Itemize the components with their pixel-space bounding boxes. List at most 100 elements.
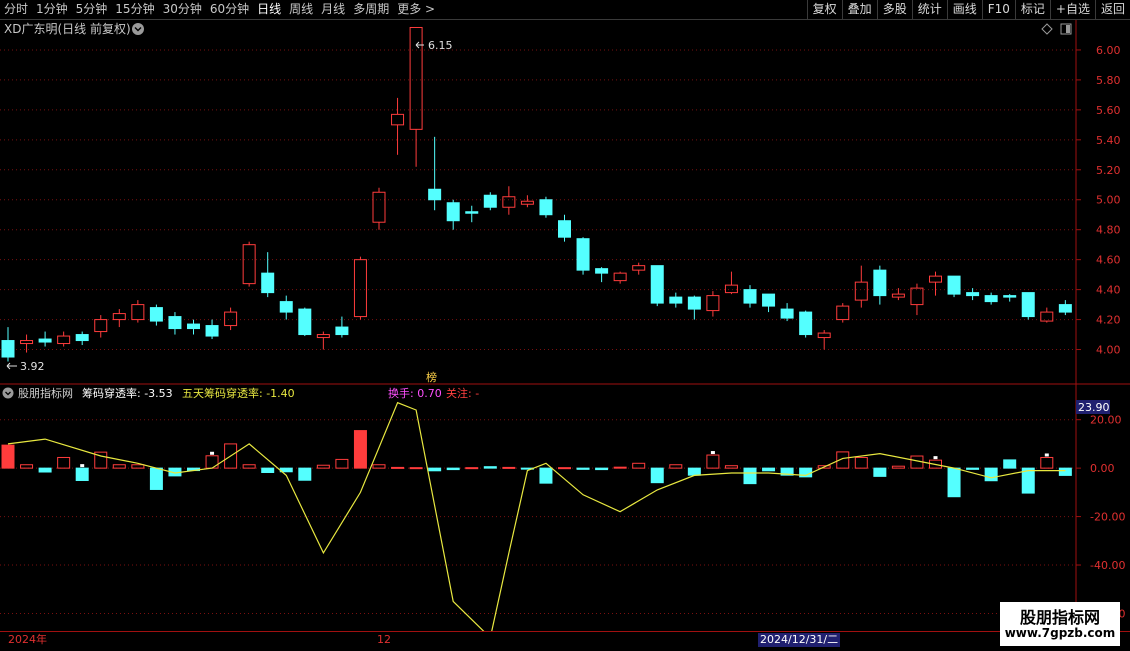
indicator-bar: [38, 467, 52, 473]
diamond-icon[interactable]: [1041, 23, 1053, 35]
tab-8[interactable]: 月线: [317, 0, 349, 19]
tool-button-3[interactable]: 统计: [911, 0, 947, 19]
candle-body: [131, 304, 145, 321]
candle-body: [1058, 304, 1072, 313]
tab-4[interactable]: 30分钟: [159, 0, 206, 19]
candle-body: [187, 323, 200, 330]
candle-body: [149, 307, 163, 322]
tab-3[interactable]: 15分钟: [111, 0, 158, 19]
high-arrow-icon: [415, 41, 424, 49]
price-tick-label: 5.00: [1096, 194, 1121, 207]
indicator-bar: [75, 467, 89, 481]
indicator-bar: [576, 467, 590, 470]
indicator-bar: [57, 456, 71, 469]
tool-button-0[interactable]: 复权: [806, 0, 842, 19]
indicator-bar: [984, 467, 998, 482]
indicator-bar: [632, 462, 646, 469]
indicator-bar: [391, 466, 405, 469]
candlestick-series: [1, 26, 1072, 362]
candle-body: [817, 332, 831, 339]
panel-toggle-icon[interactable]: [1060, 23, 1072, 35]
candle-body: [502, 196, 516, 208]
indicator-bar: [112, 464, 126, 469]
price-tick-label: 4.40: [1096, 284, 1121, 297]
price-axis-labels: 6.00 5.80 5.60 5.40 5.20 5.00 4.80 4.60 4.40 4.20…: [1096, 44, 1121, 357]
indicator-bar: [947, 467, 961, 498]
candle-body: [335, 326, 349, 336]
candle-body: [38, 338, 52, 343]
indicator-bar: [242, 464, 256, 469]
candle-body: [279, 301, 293, 313]
date-cursor: 2024/12/31/二: [758, 633, 841, 647]
tool-button-4[interactable]: 画线: [946, 0, 982, 19]
chevron-down-icon[interactable]: [132, 23, 144, 35]
tool-button-6[interactable]: 标记: [1014, 0, 1050, 19]
candle-body: [316, 334, 330, 339]
candle-body: [1040, 311, 1054, 322]
indicator-bar: [669, 464, 683, 469]
high-price-label: 6.15: [428, 39, 453, 52]
tab-2[interactable]: 5分钟: [72, 0, 112, 19]
indicator-name: 股朋指标网: [18, 386, 73, 400]
candle-body: [966, 292, 980, 297]
indicator-tick-label: -40.00: [1090, 559, 1125, 572]
indicator-bar: [353, 430, 367, 469]
tool-button-7[interactable]: +自选: [1049, 0, 1095, 19]
indicator-chevron-icon[interactable]: [2, 387, 14, 399]
candle-body: [595, 268, 609, 274]
candle-body: [632, 265, 646, 271]
indicator-tick-label: 20.00: [1090, 414, 1122, 427]
price-tick-label: 6.00: [1096, 44, 1121, 57]
tab-5[interactable]: 60分钟: [206, 0, 253, 19]
tab-1[interactable]: 1分钟: [32, 0, 72, 19]
candle-body: [743, 289, 757, 304]
candle-body: [780, 308, 794, 319]
indicator-bar: [558, 467, 571, 470]
watermark-name: 股朋指标网: [1019, 608, 1100, 627]
tab-6[interactable]: 日线: [253, 0, 285, 19]
indicator-bar: [1040, 456, 1054, 469]
indicator-axis-labels: 20.000.00-20.00-40.00-60.00: [1090, 414, 1125, 621]
candle-body: [205, 325, 219, 337]
price-annotations: 6.15 3.92 榜: [6, 39, 453, 384]
period-toolbar: 分时 1分钟 5分钟 15分钟 30分钟 60分钟 日线 周线 月线 多周期 更多 > 复权 叠加 多股…: [0, 0, 1130, 20]
indicator-bar: [502, 466, 516, 469]
candle-body: [261, 272, 275, 294]
tab-0[interactable]: 分时: [0, 0, 32, 19]
candle-body: [1003, 295, 1017, 298]
indicator-bar: [20, 464, 34, 469]
tool-button-1[interactable]: 叠加: [841, 0, 877, 19]
candle-body: [372, 191, 386, 223]
candle-body: [706, 295, 720, 312]
indicator-marker: [710, 451, 715, 455]
tab-9[interactable]: 多周期: [349, 0, 393, 19]
candle-body: [298, 308, 312, 336]
candle-body: [910, 287, 924, 306]
indicator-bar: [131, 464, 145, 469]
indicator-marker: [1044, 453, 1049, 457]
indicator-tick-label: 0.00: [1090, 462, 1115, 475]
indicator-bar: [539, 467, 553, 484]
candle-body: [650, 265, 664, 304]
indicator-bar: [595, 467, 609, 471]
price-tick-label: 5.40: [1096, 134, 1121, 147]
candle-body: [613, 272, 627, 282]
candle-body: [428, 188, 442, 201]
tab-10[interactable]: 更多 >: [393, 0, 439, 19]
candle-body: [168, 316, 182, 330]
stock-title: XD广东明(日线 前复权): [4, 21, 131, 36]
indicator-bar: [428, 467, 442, 472]
watermark-url: www.7gpzb.com: [1004, 626, 1116, 640]
candle-body: [873, 269, 887, 297]
tool-buttons: 复权 叠加 多股 统计 画线 F10 标记 +自选 返回: [806, 0, 1130, 19]
kline-chart[interactable]: XD广东明(日线 前复权) 6.15 3.92 榜 6.00 5.80 5.60 5.…: [0, 20, 1130, 631]
candle-body: [446, 202, 460, 222]
series2-label: 五天筹码穿透率: -1.40: [182, 386, 295, 400]
tool-button-8[interactable]: 返回: [1094, 0, 1130, 19]
price-tick-label: 4.80: [1096, 224, 1121, 237]
indicator-bar: [205, 455, 219, 469]
tool-button-2[interactable]: 多股: [876, 0, 912, 19]
tab-7[interactable]: 周线: [285, 0, 317, 19]
candle-body: [20, 340, 34, 345]
tool-button-5[interactable]: F10: [981, 0, 1015, 19]
